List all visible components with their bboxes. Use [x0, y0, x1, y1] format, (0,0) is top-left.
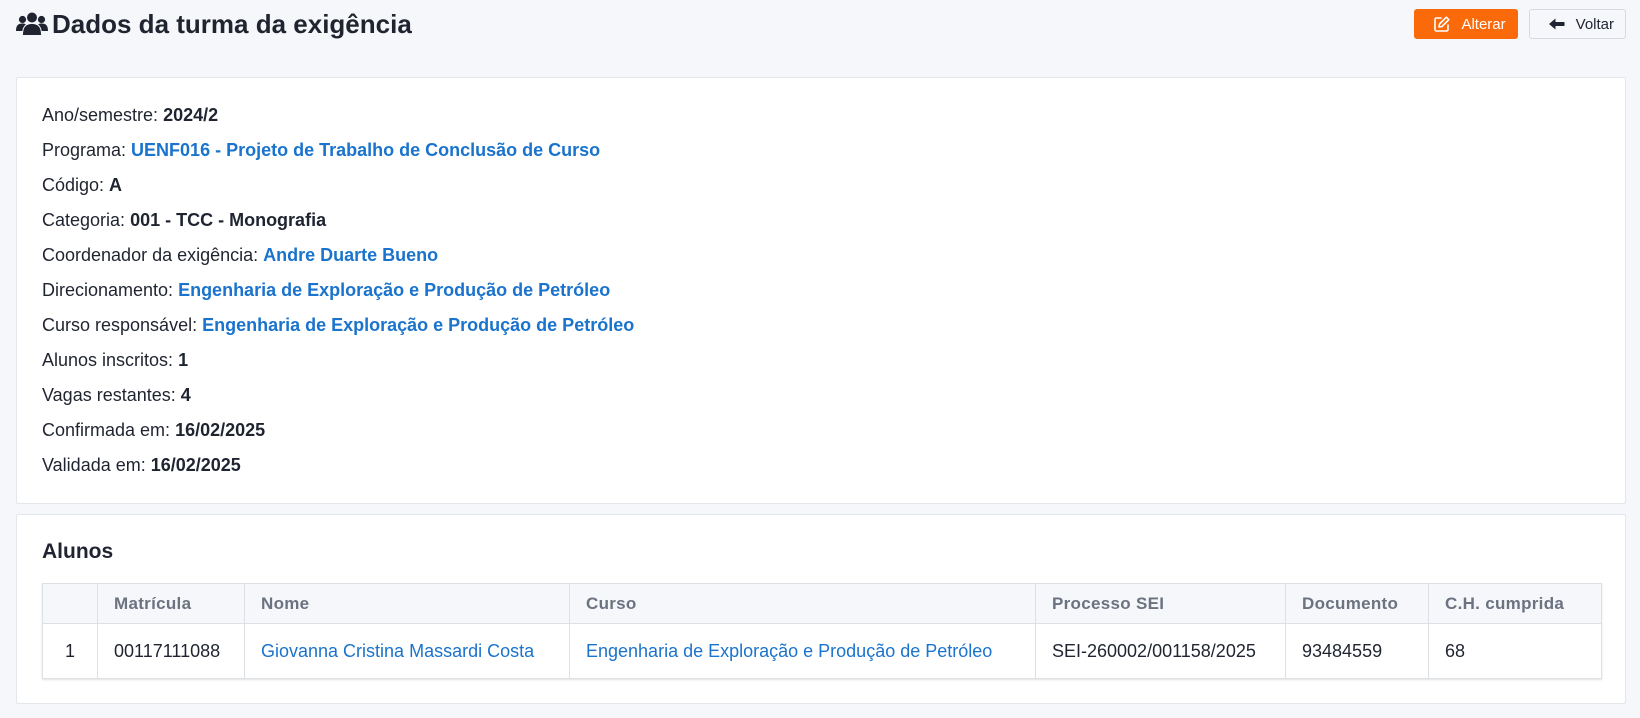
alterar-label: Alterar	[1461, 15, 1506, 33]
field-value: 2024/2	[163, 105, 219, 125]
column-header-ch-cumprida[interactable]: C.H. cumprida	[1428, 583, 1602, 624]
cell-index: 1	[42, 623, 98, 679]
field-label: Programa:	[42, 140, 127, 160]
students-table: Matrícula Nome Curso Processo SEI Docume…	[42, 583, 1602, 679]
field-value: A	[109, 175, 123, 195]
field-categoria: Categoria: 001 - TCC - Monografia	[42, 203, 1600, 238]
student-name-link[interactable]: Giovanna Cristina Massardi Costa	[244, 623, 570, 679]
field-alunos-inscritos: Alunos inscritos: 1	[42, 343, 1600, 378]
voltar-button[interactable]: Voltar	[1528, 9, 1626, 39]
field-label: Direcionamento:	[42, 280, 174, 300]
field-label: Coordenador da exigência:	[42, 245, 259, 265]
cell-documento: 93484559	[1285, 623, 1429, 679]
direcionamento-link[interactable]: Engenharia de Exploração e Produção de P…	[178, 280, 610, 301]
coordenador-link[interactable]: Andre Duarte Bueno	[263, 245, 438, 266]
field-vagas-restantes: Vagas restantes: 4	[42, 378, 1600, 413]
voltar-label: Voltar	[1575, 15, 1614, 33]
column-header-matricula[interactable]: Matrícula	[97, 583, 245, 624]
cell-ch-cumprida: 68	[1445, 640, 1466, 661]
field-validada-em: Validada em: 16/02/2025	[42, 448, 1600, 483]
table-row: 1 00117111088 Giovanna Cristina Massardi…	[42, 623, 1602, 679]
edit-icon	[1433, 15, 1451, 33]
arrow-left-icon	[1548, 15, 1566, 33]
field-label: Alunos inscritos:	[42, 350, 174, 370]
field-label: Categoria:	[42, 210, 126, 230]
field-label: Ano/semestre:	[42, 105, 159, 125]
field-value: 16/02/2025	[175, 420, 266, 440]
cell-processo-sei: SEI-260002/001158/2025	[1035, 623, 1286, 679]
alterar-button[interactable]: Alterar	[1414, 9, 1518, 39]
field-label: Código:	[42, 175, 105, 195]
field-label: Confirmada em:	[42, 420, 171, 440]
field-value: 16/02/2025	[150, 455, 241, 475]
field-direcionamento: Direcionamento: Engenharia de Exploração…	[42, 273, 1600, 308]
field-curso-responsavel: Curso responsável: Engenharia de Explora…	[42, 308, 1600, 343]
programa-link[interactable]: UENF016 - Projeto de Trabalho de Conclus…	[131, 140, 600, 161]
field-ano-semestre: Ano/semestre: 2024/2	[42, 98, 1600, 133]
student-course-link[interactable]: Engenharia de Exploração e Produção de P…	[569, 623, 1036, 679]
field-programa: Programa: UENF016 - Projeto de Trabalho …	[42, 133, 1600, 168]
curso-responsavel-link[interactable]: Engenharia de Exploração e Produção de P…	[202, 315, 634, 336]
column-header-curso[interactable]: Curso	[569, 583, 1036, 624]
field-value: 001 - TCC - Monografia	[130, 210, 327, 230]
students-section-title: Alunos	[42, 540, 114, 563]
users-icon	[16, 11, 48, 37]
column-header-nome[interactable]: Nome	[244, 583, 570, 624]
header-actions: Alterar Voltar	[1414, 9, 1626, 39]
field-confirmada-em: Confirmada em: 16/02/2025	[42, 413, 1600, 448]
field-value: 1	[178, 350, 189, 370]
column-header-index	[42, 583, 98, 624]
column-header-documento[interactable]: Documento	[1285, 583, 1429, 624]
field-value: 4	[180, 385, 191, 405]
field-label: Validada em:	[42, 455, 146, 475]
cell-matricula: 00117111088	[97, 623, 245, 679]
page-title: Dados da turma da exigência	[52, 8, 412, 39]
field-label: Curso responsável:	[42, 315, 198, 335]
field-codigo: Código: A	[42, 168, 1600, 203]
title-wrap: Dados da turma da exigência	[16, 9, 412, 40]
field-coordenador: Coordenador da exigência: Andre Duarte B…	[42, 238, 1600, 273]
students-card: Alunos Matrícula Nome Curso Processo SEI…	[16, 514, 1626, 704]
page-header: Dados da turma da exigência Alterar Volt…	[16, 0, 1626, 48]
table-header-row: Matrícula Nome Curso Processo SEI Docume…	[42, 583, 1602, 624]
column-header-processo-sei[interactable]: Processo SEI	[1035, 583, 1286, 624]
field-label: Vagas restantes:	[42, 385, 176, 405]
class-details-card: Ano/semestre: 2024/2 Programa: UENF016 -…	[16, 77, 1626, 504]
